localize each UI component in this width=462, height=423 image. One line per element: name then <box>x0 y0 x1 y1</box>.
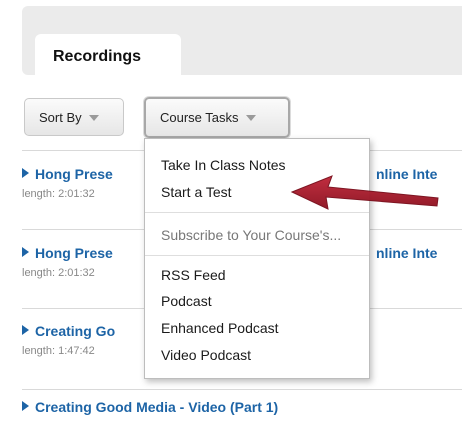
recording-title-tail: nline Inte <box>376 245 438 261</box>
recording-length: length: 2:01:32 <box>22 188 95 200</box>
recording-title: Creating Go <box>35 323 116 339</box>
menu-item-rss-feed[interactable]: RSS Feed <box>161 267 226 283</box>
menu-item-video-podcast[interactable]: Video Podcast <box>161 347 251 363</box>
tab-recordings[interactable]: Recordings <box>35 34 181 75</box>
caret-down-icon <box>245 115 256 121</box>
recording-title-link[interactable]: Hong Prese <box>22 166 113 182</box>
sort-by-button[interactable]: Sort By <box>24 98 124 136</box>
divider <box>22 389 462 390</box>
course-tasks-label: Course Tasks <box>160 110 239 125</box>
recording-title: Hong Prese <box>35 245 113 261</box>
triangle-right-icon <box>22 168 29 178</box>
menu-item-take-in-class-notes[interactable]: Take In Class Notes <box>161 157 286 173</box>
menu-item-subscribe[interactable]: Subscribe to Your Course's... <box>161 227 341 243</box>
recording-length: length: 1:47:42 <box>22 345 95 357</box>
sort-by-label: Sort By <box>39 109 82 125</box>
recording-title: Hong Prese <box>35 166 113 182</box>
recording-title-link[interactable]: Creating Good Media - Video (Part 1) <box>22 399 278 415</box>
red-arrow-icon <box>290 175 439 210</box>
menu-item-enhanced-podcast[interactable]: Enhanced Podcast <box>161 320 279 336</box>
tab-label: Recordings <box>53 48 142 65</box>
course-tasks-button[interactable]: Course Tasks <box>144 97 290 138</box>
recording-length: length: 2:01:32 <box>22 267 95 279</box>
recording-title-link[interactable]: Creating Go <box>22 323 115 339</box>
recording-title: Creating Good Media - Video (Part 1) <box>35 399 279 415</box>
caret-down-icon <box>88 114 99 121</box>
recording-title-link[interactable]: Hong Prese <box>22 245 113 261</box>
triangle-right-icon <box>22 247 29 257</box>
menu-divider <box>145 255 369 256</box>
menu-item-start-a-test[interactable]: Start a Test <box>161 184 232 200</box>
triangle-right-icon <box>22 401 29 411</box>
menu-item-podcast[interactable]: Podcast <box>161 293 212 309</box>
triangle-right-icon <box>22 325 29 335</box>
